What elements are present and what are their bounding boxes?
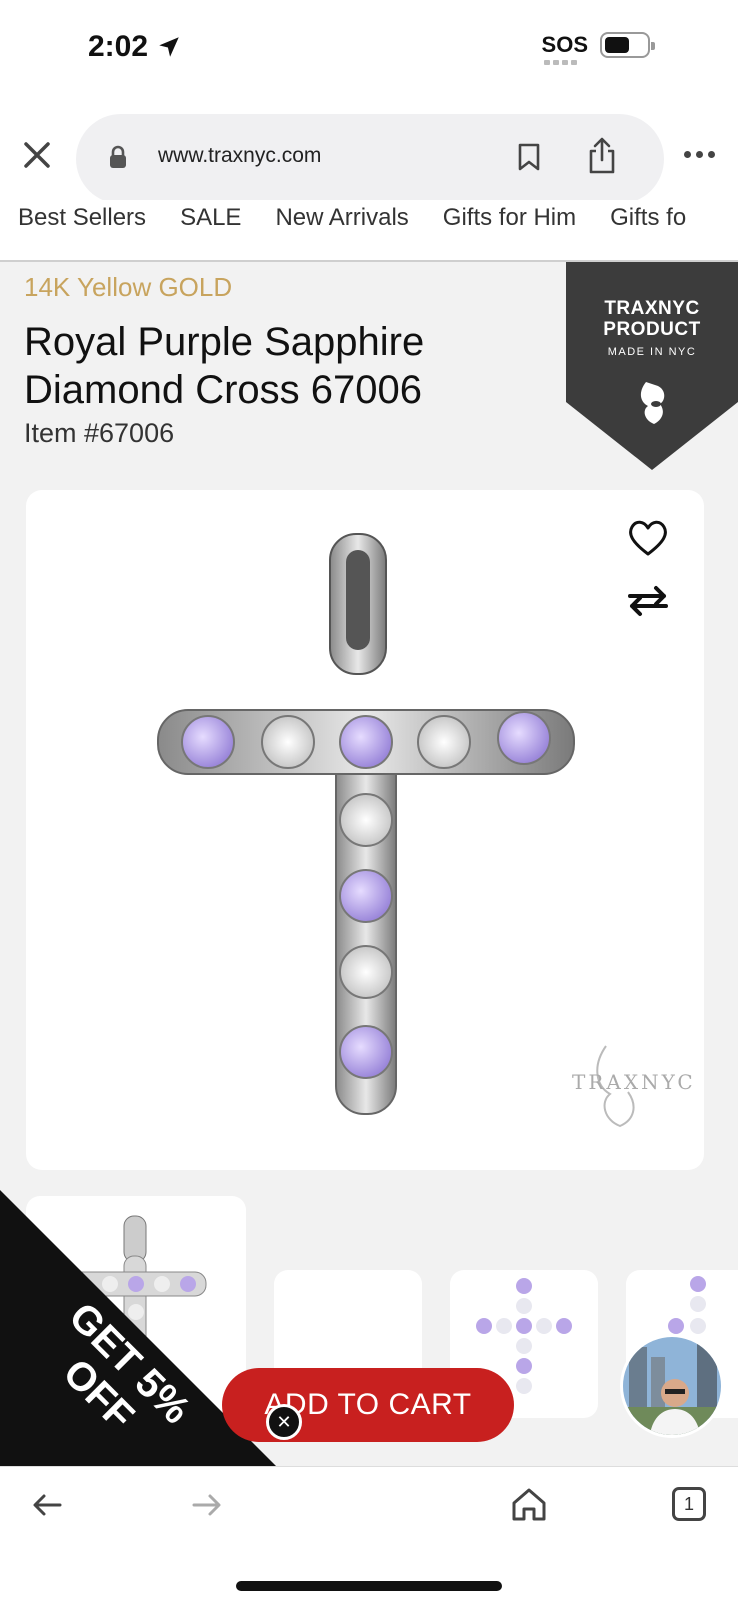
category-nav: Best Sellers SALE New Arrivals Gifts for… <box>0 200 738 262</box>
signal-dots-icon <box>543 60 577 65</box>
sos-indicator: SOS <box>541 32 588 65</box>
back-arrow-icon[interactable] <box>30 1491 64 1519</box>
close-icon[interactable] <box>22 140 52 170</box>
nav-item-sale[interactable]: SALE <box>180 204 241 232</box>
nav-item-new-arrivals[interactable]: New Arrivals <box>275 204 408 232</box>
url-field[interactable]: www.traxnyc.com <box>76 114 664 204</box>
share-icon[interactable] <box>586 136 618 176</box>
heart-icon[interactable] <box>626 518 670 558</box>
status-time: 2:02 <box>88 30 182 64</box>
url-text: www.traxnyc.com <box>158 144 322 167</box>
home-indicator <box>236 1581 502 1591</box>
product-title: Royal Purple Sapphire Diamond Cross 6700… <box>24 320 425 412</box>
add-to-cart-button[interactable]: ADD TO CART <box>222 1368 514 1442</box>
status-bar: 2:02 SOS <box>0 0 738 100</box>
location-arrow-icon <box>159 37 179 57</box>
chat-avatar[interactable] <box>620 1334 724 1438</box>
more-options-icon[interactable] <box>684 151 715 158</box>
cross-pendant-image <box>157 533 635 1128</box>
traxnyc-product-badge: TRAXNYC PRODUCT MADE IN NYC <box>566 262 738 470</box>
sos-text: SOS <box>541 32 588 57</box>
badge-tagline: MADE IN NYC <box>607 346 697 358</box>
home-icon[interactable] <box>510 1485 548 1523</box>
item-number: Item #67006 <box>24 418 175 448</box>
close-promo-icon[interactable]: ✕ <box>266 1404 302 1440</box>
nav-item-gifts-for-her[interactable]: Gifts fo <box>610 204 686 232</box>
badge-brand: TRAXNYC PRODUCT <box>603 298 701 340</box>
bookmark-icon[interactable] <box>516 142 542 172</box>
browser-toolbar: 1 <box>0 1466 738 1600</box>
tabs-count-button[interactable]: 1 <box>672 1487 706 1521</box>
status-indicators: SOS <box>541 32 655 65</box>
forward-arrow-icon[interactable] <box>190 1491 224 1519</box>
nav-item-gifts-for-him[interactable]: Gifts for Him <box>443 204 576 232</box>
time-text: 2:02 <box>88 30 149 63</box>
compare-arrows-icon[interactable] <box>626 584 670 618</box>
battery-icon <box>600 32 655 58</box>
nav-item-best-sellers[interactable]: Best Sellers <box>18 204 146 232</box>
lock-icon <box>110 145 126 168</box>
watermark: TRAXNYC <box>572 1070 696 1094</box>
product-image[interactable]: TRAXNYC <box>26 490 704 1170</box>
metal-type: 14K Yellow GOLD <box>24 272 233 302</box>
